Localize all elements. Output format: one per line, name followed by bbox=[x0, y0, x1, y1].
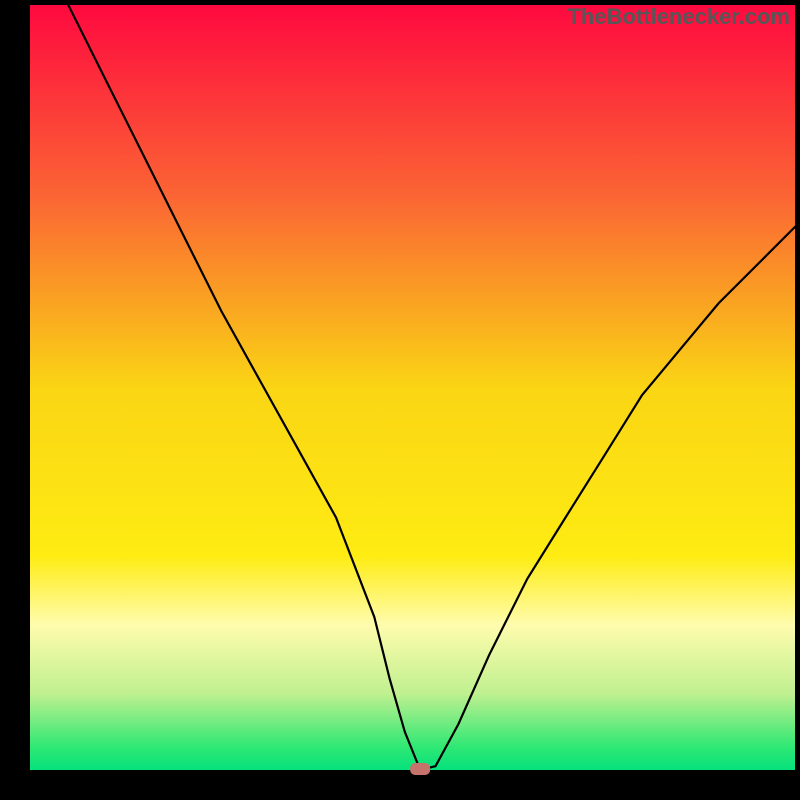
chart-svg bbox=[0, 0, 800, 800]
bottleneck-chart bbox=[0, 0, 800, 800]
optimum-marker bbox=[410, 763, 430, 775]
plot-area bbox=[30, 5, 795, 770]
watermark-text: TheBottlenecker.com bbox=[567, 4, 790, 30]
